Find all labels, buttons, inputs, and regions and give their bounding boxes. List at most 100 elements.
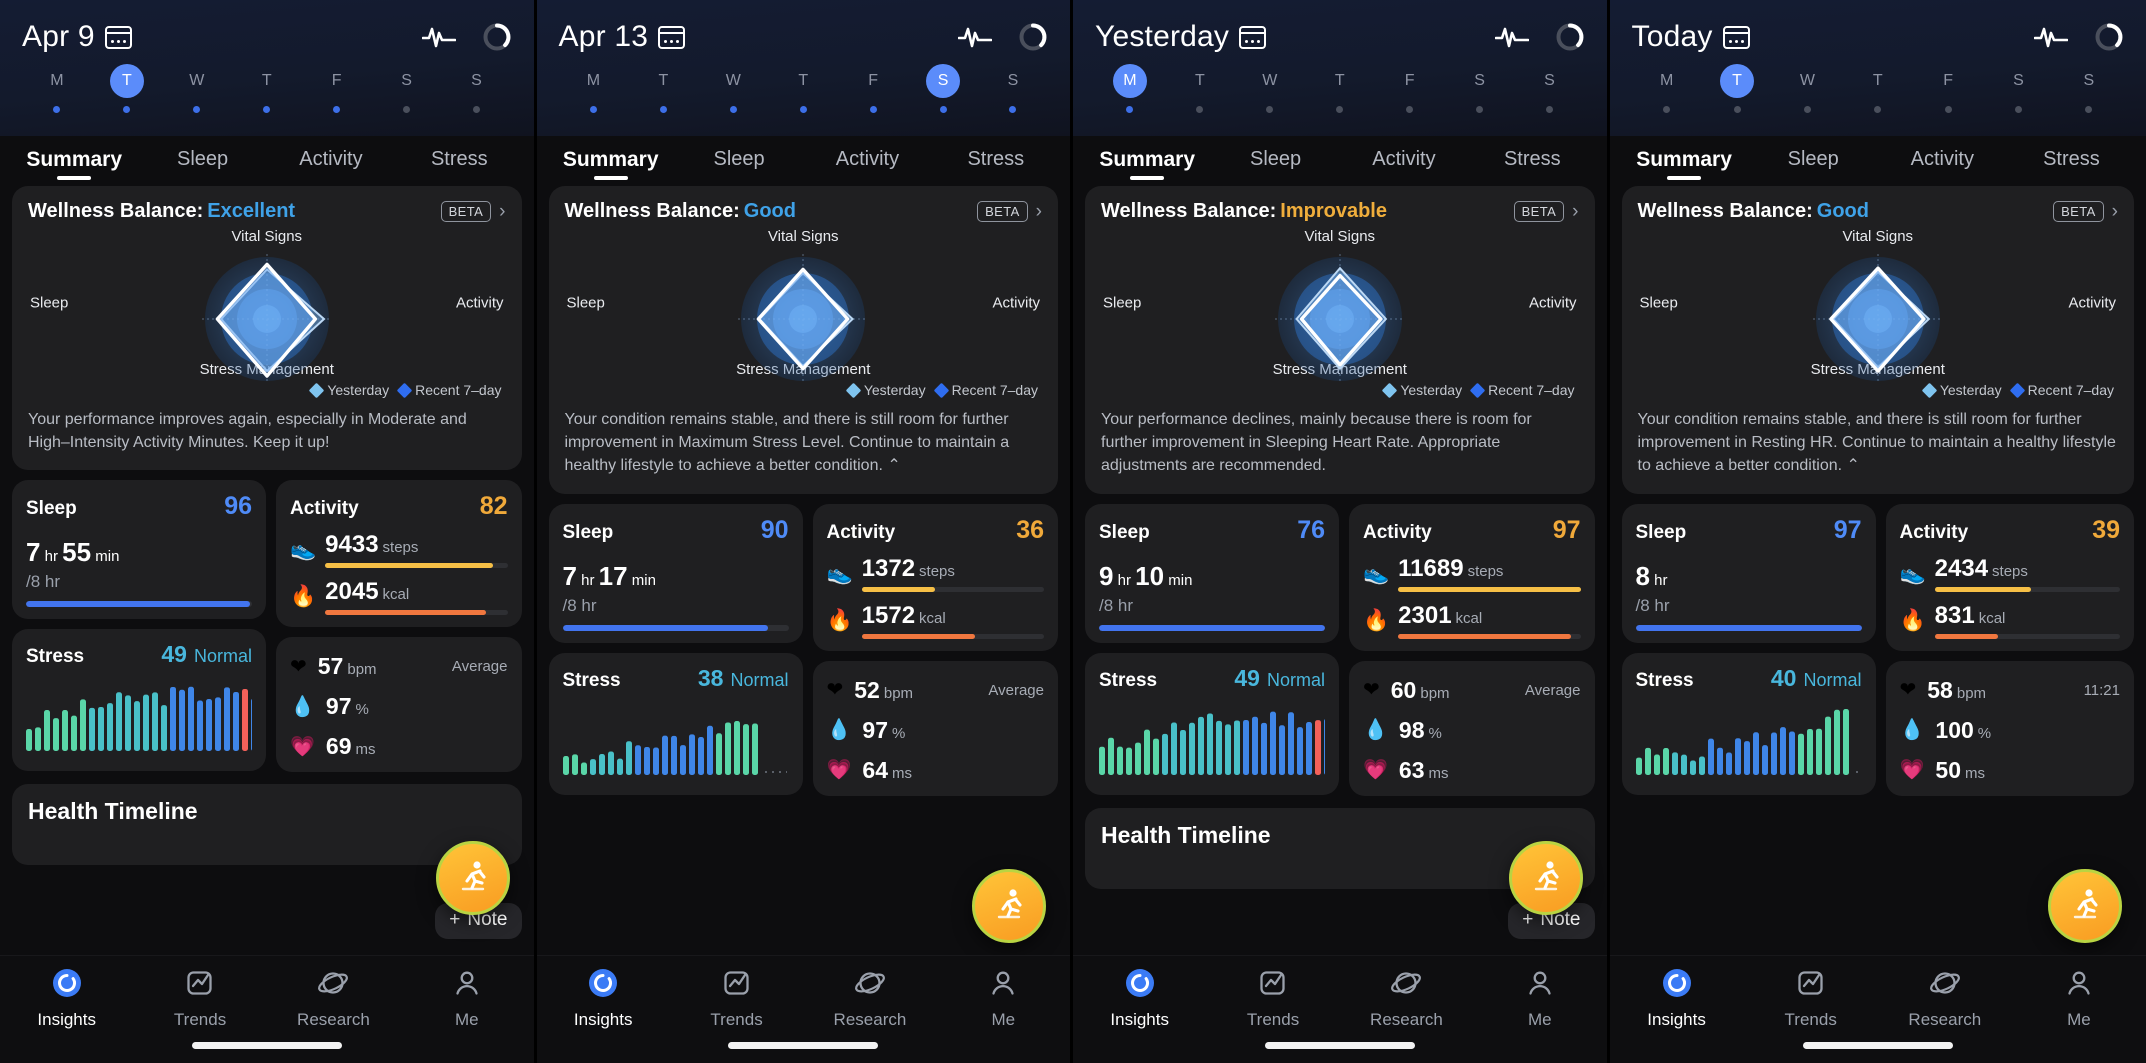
ring-progress-icon[interactable] <box>1018 22 1048 52</box>
collapse-caret-icon[interactable]: ⌃ <box>1847 457 1860 474</box>
date-selector[interactable]: Apr 13 <box>559 20 686 54</box>
tab-sleep[interactable]: Sleep <box>675 136 803 186</box>
vitals-card[interactable]: ❤ 60 bpm Average 💧 98% 💗 63 ms <box>1349 660 1595 796</box>
weekday-6[interactable]: S <box>1515 64 1585 113</box>
ring-progress-icon[interactable] <box>482 22 512 52</box>
vitals-card[interactable]: ❤ 52 bpm Average 💧 97% 💗 64 ms <box>812 660 1058 796</box>
weekday-3[interactable]: T <box>768 64 838 113</box>
weekday-5[interactable]: S <box>1445 64 1515 113</box>
weekday-5[interactable]: S <box>372 64 442 113</box>
weekday-1[interactable]: T <box>92 64 162 113</box>
weekday-0[interactable]: M <box>1632 64 1702 113</box>
weekday-0[interactable]: M <box>1095 64 1165 113</box>
heart-icon: ❤ <box>1899 679 1917 702</box>
weekday-1[interactable]: T <box>628 64 698 113</box>
wellness-balance-card[interactable]: Wellness Balance: Excellent BETA › Vital Sig… <box>12 186 522 471</box>
start-workout-fab[interactable] <box>972 869 1046 943</box>
weekday-0[interactable]: M <box>22 64 92 113</box>
nav-insights[interactable]: Insights <box>1610 968 1744 1063</box>
chevron-right-icon[interactable]: › <box>2112 202 2118 221</box>
weekday-3[interactable]: T <box>1305 64 1375 113</box>
tab-stress[interactable]: Stress <box>2007 136 2136 186</box>
tab-stress[interactable]: Stress <box>932 136 1060 186</box>
sleep-card[interactable]: Sleep 76 9 hr 10 min/8 hr <box>1085 503 1339 643</box>
wellness-balance-card[interactable]: Wellness Balance: Improvable BETA › Vital Si… <box>1085 186 1595 494</box>
tab-sleep[interactable]: Sleep <box>1211 136 1339 186</box>
activity-card[interactable]: Activity 36 👟 1372 steps 🔥 1572 kcal <box>812 503 1058 651</box>
weekday-5[interactable]: S <box>908 64 978 113</box>
sleep-card[interactable]: Sleep 97 8 hr/8 hr <box>1621 503 1876 643</box>
weekday-2[interactable]: W <box>162 64 232 113</box>
waveform-icon[interactable] <box>421 24 456 50</box>
date-selector[interactable]: Yesterday <box>1095 20 1267 54</box>
tab-stress[interactable]: Stress <box>1468 136 1596 186</box>
weekday-6[interactable]: S <box>2054 64 2124 113</box>
weekday-5[interactable]: S <box>1983 64 2053 113</box>
tab-activity[interactable]: Activity <box>267 136 395 186</box>
weekday-6[interactable]: S <box>978 64 1048 113</box>
weekday-1[interactable]: T <box>1702 64 1772 113</box>
nav-me[interactable]: Me <box>1473 968 1606 1063</box>
date-selector[interactable]: Today <box>1632 20 1750 54</box>
calendar-icon[interactable] <box>658 25 686 49</box>
ring-progress-icon[interactable] <box>2094 22 2124 52</box>
weekday-4[interactable]: F <box>1913 64 1983 113</box>
tab-summary[interactable]: Summary <box>1620 136 1749 186</box>
tab-sleep[interactable]: Sleep <box>1749 136 1878 186</box>
nav-me[interactable]: Me <box>2012 968 2146 1063</box>
activity-card[interactable]: Activity 39 👟 2434 steps 🔥 831 kcal <box>1885 503 2134 651</box>
sleep-card[interactable]: Sleep 96 7 hr 55 min/8 hr <box>12 480 266 620</box>
tab-activity[interactable]: Activity <box>803 136 931 186</box>
calendar-icon[interactable] <box>1239 25 1267 49</box>
weekday-4[interactable]: F <box>838 64 908 113</box>
date-selector[interactable]: Apr 9 <box>22 20 132 54</box>
nav-insights[interactable]: Insights <box>537 968 670 1063</box>
nav-insights[interactable]: Insights <box>0 968 133 1063</box>
nav-me[interactable]: Me <box>400 968 533 1063</box>
weekday-1[interactable]: T <box>1165 64 1235 113</box>
tab-activity[interactable]: Activity <box>1878 136 2007 186</box>
waveform-icon[interactable] <box>2034 24 2068 50</box>
nav-me[interactable]: Me <box>937 968 1070 1063</box>
tab-stress[interactable]: Stress <box>395 136 523 186</box>
start-workout-fab[interactable] <box>1508 841 1583 915</box>
weekday-3[interactable]: T <box>232 64 302 113</box>
waveform-icon[interactable] <box>1494 24 1529 50</box>
waveform-icon[interactable] <box>958 24 992 50</box>
wellness-balance-card[interactable]: Wellness Balance: Good BETA › Vital Signs Sle… <box>548 186 1058 494</box>
tab-summary[interactable]: Summary <box>547 136 675 186</box>
ring-progress-icon[interactable] <box>1555 22 1585 52</box>
calendar-icon[interactable] <box>1722 25 1750 49</box>
weekday-label: F <box>331 72 342 89</box>
tab-summary[interactable]: Summary <box>10 136 138 186</box>
wellness-balance-card[interactable]: Wellness Balance: Good BETA › Vital Signs Sle… <box>1621 186 2134 494</box>
sleep-card[interactable]: Sleep 90 7 hr 17 min/8 hr <box>548 503 803 643</box>
weekday-6[interactable]: S <box>442 64 512 113</box>
start-workout-fab[interactable] <box>2048 869 2122 943</box>
vitals-card[interactable]: ❤ 58 bpm 11:21 💧 100% 💗 50 ms <box>1885 660 2134 796</box>
collapse-caret-icon[interactable]: ⌃ <box>887 457 900 474</box>
activity-card[interactable]: Activity 97 👟 11689 steps 🔥 2301 kcal <box>1349 503 1595 651</box>
stress-card[interactable]: Stress 40 Normal <box>1621 652 1876 795</box>
nav-insights[interactable]: Insights <box>1073 968 1206 1063</box>
chevron-right-icon[interactable]: › <box>1036 202 1042 221</box>
weekday-4[interactable]: F <box>1375 64 1445 113</box>
activity-card[interactable]: Activity 82 👟 9433 steps 🔥 2045 kcal <box>276 480 522 628</box>
stress-card[interactable]: Stress 38 Normal <box>548 652 803 795</box>
tab-sleep[interactable]: Sleep <box>138 136 266 186</box>
tab-summary[interactable]: Summary <box>1083 136 1211 186</box>
weekday-2[interactable]: W <box>1772 64 1842 113</box>
tab-activity[interactable]: Activity <box>1340 136 1468 186</box>
vitals-card[interactable]: ❤ 57 bpm Average 💧 97% 💗 69 ms <box>276 637 522 773</box>
stress-card[interactable]: Stress 49 Normal <box>1085 652 1510 795</box>
chevron-right-icon[interactable]: › <box>1572 202 1578 221</box>
calendar-icon[interactable] <box>104 25 132 49</box>
weekday-4[interactable]: F <box>302 64 372 113</box>
stress-card[interactable]: Stress 49 Normal <box>12 629 437 772</box>
weekday-3[interactable]: T <box>1843 64 1913 113</box>
weekday-2[interactable]: W <box>1235 64 1305 113</box>
weekday-2[interactable]: W <box>698 64 768 113</box>
start-workout-fab[interactable] <box>435 841 510 915</box>
weekday-0[interactable]: M <box>559 64 629 113</box>
chevron-right-icon[interactable]: › <box>499 202 505 221</box>
